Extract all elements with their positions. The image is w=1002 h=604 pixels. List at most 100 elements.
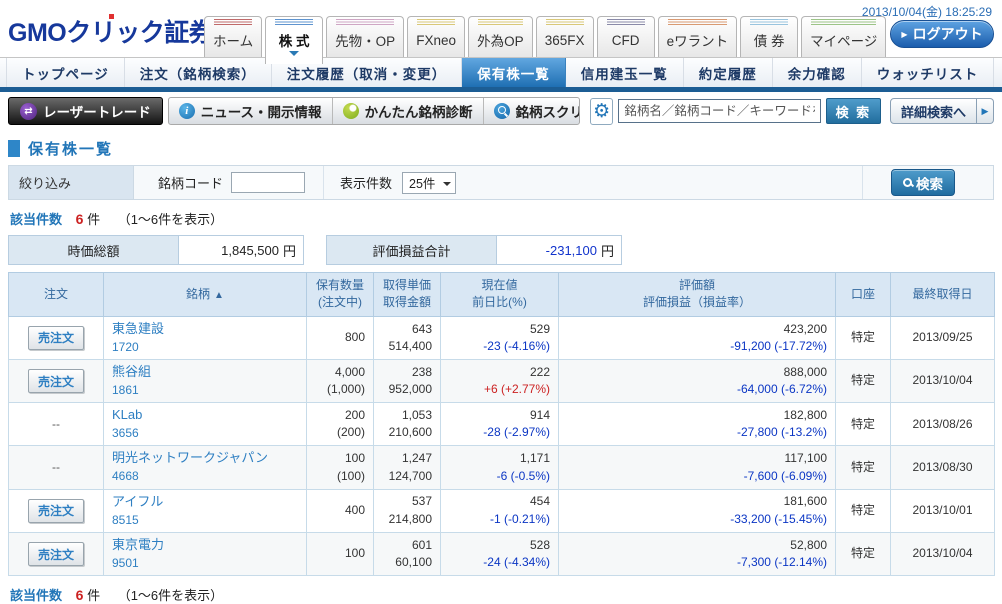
tab-FXneo[interactable]: FXneo bbox=[407, 16, 465, 57]
stock-search-button[interactable]: 検 索 bbox=[826, 98, 881, 124]
header-line2: 前日比(%) bbox=[444, 294, 555, 311]
logout-button[interactable]: ▶ ログアウト bbox=[890, 20, 994, 48]
no-order-placeholder: -- bbox=[52, 460, 60, 474]
header-line1: 評価額 bbox=[562, 277, 832, 294]
diagnosis-button[interactable]: かんたん銘柄診断 bbox=[333, 98, 484, 124]
cell-stock: 明光ネットワークジャパン4668 bbox=[104, 446, 307, 489]
result-count-unit: 件 bbox=[87, 588, 100, 603]
sell-order-button[interactable]: 売注文 bbox=[28, 499, 84, 523]
stock-code-link[interactable]: 9501 bbox=[112, 555, 298, 572]
cell-stock: KLab3656 bbox=[104, 403, 307, 446]
total-pl-amount: -231,100 bbox=[546, 243, 597, 258]
stock-name-link[interactable]: アイフル bbox=[112, 493, 298, 512]
tab-CFD[interactable]: CFD bbox=[597, 16, 655, 57]
stock-code-link[interactable]: 3656 bbox=[112, 425, 298, 442]
valuation-pl: -7,300 (-12.14%) bbox=[567, 554, 827, 571]
search-settings-button[interactable]: ⚙ bbox=[590, 98, 613, 125]
page-title-row: 保有株一覧 bbox=[8, 138, 994, 159]
column-header-name[interactable]: 銘柄▲ bbox=[104, 273, 307, 317]
tab-株式[interactable]: 株 式 bbox=[265, 16, 323, 64]
nav-item-注文（銘柄検索）[interactable]: 注文（銘柄検索） bbox=[125, 58, 272, 87]
stock-search-input[interactable] bbox=[618, 99, 820, 123]
sell-order-button[interactable]: 売注文 bbox=[28, 542, 84, 566]
screening-button[interactable]: 銘柄スクリーニング bbox=[484, 98, 580, 124]
last-acquired-date: 2013/10/01 bbox=[912, 503, 972, 517]
tab-365FX[interactable]: 365FX bbox=[536, 16, 594, 57]
tab-先物・OP[interactable]: 先物・OP bbox=[326, 16, 404, 57]
quantity-held: 100 bbox=[315, 545, 365, 562]
cell-order: -- bbox=[9, 446, 104, 489]
nav-item-ウォッチリスト[interactable]: ウォッチリスト bbox=[862, 58, 995, 87]
tab-stripe bbox=[275, 19, 313, 26]
sell-order-button[interactable]: 売注文 bbox=[28, 369, 84, 393]
tab-stripe bbox=[811, 19, 876, 26]
nav-item-余力確認[interactable]: 余力確認 bbox=[773, 58, 862, 87]
nav-item-保有株一覧[interactable]: 保有株一覧 bbox=[462, 58, 566, 87]
cell-acquisition: 643514,400 bbox=[374, 316, 441, 359]
tab-ホーム[interactable]: ホーム bbox=[204, 16, 262, 57]
stock-code-input[interactable] bbox=[231, 172, 305, 193]
stock-name-link[interactable]: KLab bbox=[112, 406, 298, 425]
diagnosis-label: かんたん銘柄診断 bbox=[365, 101, 473, 121]
total-pl-unit: 円 bbox=[601, 241, 614, 260]
tab-label: ホーム bbox=[213, 26, 253, 57]
page-size-label: 表示件数 bbox=[340, 173, 392, 192]
stock-name-link[interactable]: 明光ネットワークジャパン bbox=[112, 449, 298, 468]
stock-name-link[interactable]: 熊谷組 bbox=[112, 363, 298, 382]
header-line1: 注文 bbox=[12, 286, 100, 303]
page-size-select[interactable]: 25件 bbox=[402, 172, 456, 194]
valuation-amount: 423,200 bbox=[567, 321, 827, 338]
filter-search-label: 検索 bbox=[916, 173, 943, 193]
filter-search-button[interactable]: 検索 bbox=[891, 169, 955, 196]
cell-valuation: 52,800-7,300 (-12.14%) bbox=[559, 532, 836, 575]
tab-マイページ[interactable]: マイページ bbox=[801, 16, 886, 57]
cell-current: 454-1 (-0.21%) bbox=[441, 489, 559, 532]
logout-label: ログアウト bbox=[913, 24, 983, 44]
acquisition-amount: 210,600 bbox=[382, 424, 432, 441]
result-count-top: 該当件数 6 件 （1～6件を表示） bbox=[10, 209, 992, 228]
chevron-down-icon bbox=[443, 182, 451, 190]
table-row: --KLab3656200(200)1,053210,600914-28 (-2… bbox=[9, 403, 995, 446]
column-header-account: 口座 bbox=[836, 273, 891, 317]
section-nav: トップページ注文（銘柄検索）注文履歴（取消・変更）保有株一覧信用建玉一覧約定履歴… bbox=[0, 57, 1002, 92]
account-type: 特定 bbox=[851, 546, 875, 560]
header-line1: 口座 bbox=[839, 286, 887, 303]
nav-item-約定履歴[interactable]: 約定履歴 bbox=[684, 58, 773, 87]
cell-date: 2013/10/01 bbox=[891, 489, 995, 532]
account-type: 特定 bbox=[851, 460, 875, 474]
logo-accent-dot bbox=[109, 14, 114, 19]
cell-valuation: 888,000-64,000 (-6.72%) bbox=[559, 360, 836, 403]
tab-外為OP[interactable]: 外為OP bbox=[468, 16, 533, 57]
nav-item-トップページ[interactable]: トップページ bbox=[6, 58, 125, 87]
summary-row: 時価総額 1,845,500 円 評価損益合計 -231,100 円 bbox=[8, 235, 994, 265]
laser-trade-button[interactable]: ⇄ レーザートレード bbox=[8, 97, 163, 125]
stock-code-link[interactable]: 1720 bbox=[112, 339, 298, 356]
acquisition-price: 1,247 bbox=[382, 450, 432, 467]
stock-code-link[interactable]: 1861 bbox=[112, 382, 298, 399]
tab-stripe bbox=[750, 19, 788, 26]
tab-債券[interactable]: 債 券 bbox=[740, 16, 798, 57]
cell-quantity: 100(100) bbox=[307, 446, 374, 489]
stock-code-link[interactable]: 4668 bbox=[112, 468, 298, 485]
stock-code-link[interactable]: 8515 bbox=[112, 512, 298, 529]
advanced-search-arrow-button[interactable]: ▶ bbox=[977, 98, 994, 124]
advanced-search-group: 詳細検索へ ▶ bbox=[890, 98, 994, 124]
stock-name-link[interactable]: 東京電力 bbox=[112, 536, 298, 555]
current-price: 529 bbox=[449, 321, 550, 338]
no-order-placeholder: -- bbox=[52, 417, 60, 431]
valuation-pl: -7,600 (-6.09%) bbox=[567, 468, 827, 485]
tab-label: マイページ bbox=[810, 26, 877, 57]
quantity-held: 400 bbox=[315, 502, 365, 519]
news-button[interactable]: i ニュース・開示情報 bbox=[169, 98, 333, 124]
market-value-box: 時価総額 1,845,500 円 bbox=[8, 235, 304, 265]
info-icon: i bbox=[179, 103, 195, 119]
tab-eワラント[interactable]: eワラント bbox=[658, 16, 738, 57]
last-acquired-date: 2013/08/26 bbox=[912, 417, 972, 431]
cell-account: 特定 bbox=[836, 403, 891, 446]
header-line1: 銘柄▲ bbox=[107, 286, 303, 304]
nav-item-信用建玉一覧[interactable]: 信用建玉一覧 bbox=[566, 58, 684, 87]
stock-name-link[interactable]: 東急建設 bbox=[112, 320, 298, 339]
daily-change: +6 (+2.77%) bbox=[449, 381, 550, 398]
sell-order-button[interactable]: 売注文 bbox=[28, 326, 84, 350]
advanced-search-button[interactable]: 詳細検索へ bbox=[890, 98, 977, 124]
